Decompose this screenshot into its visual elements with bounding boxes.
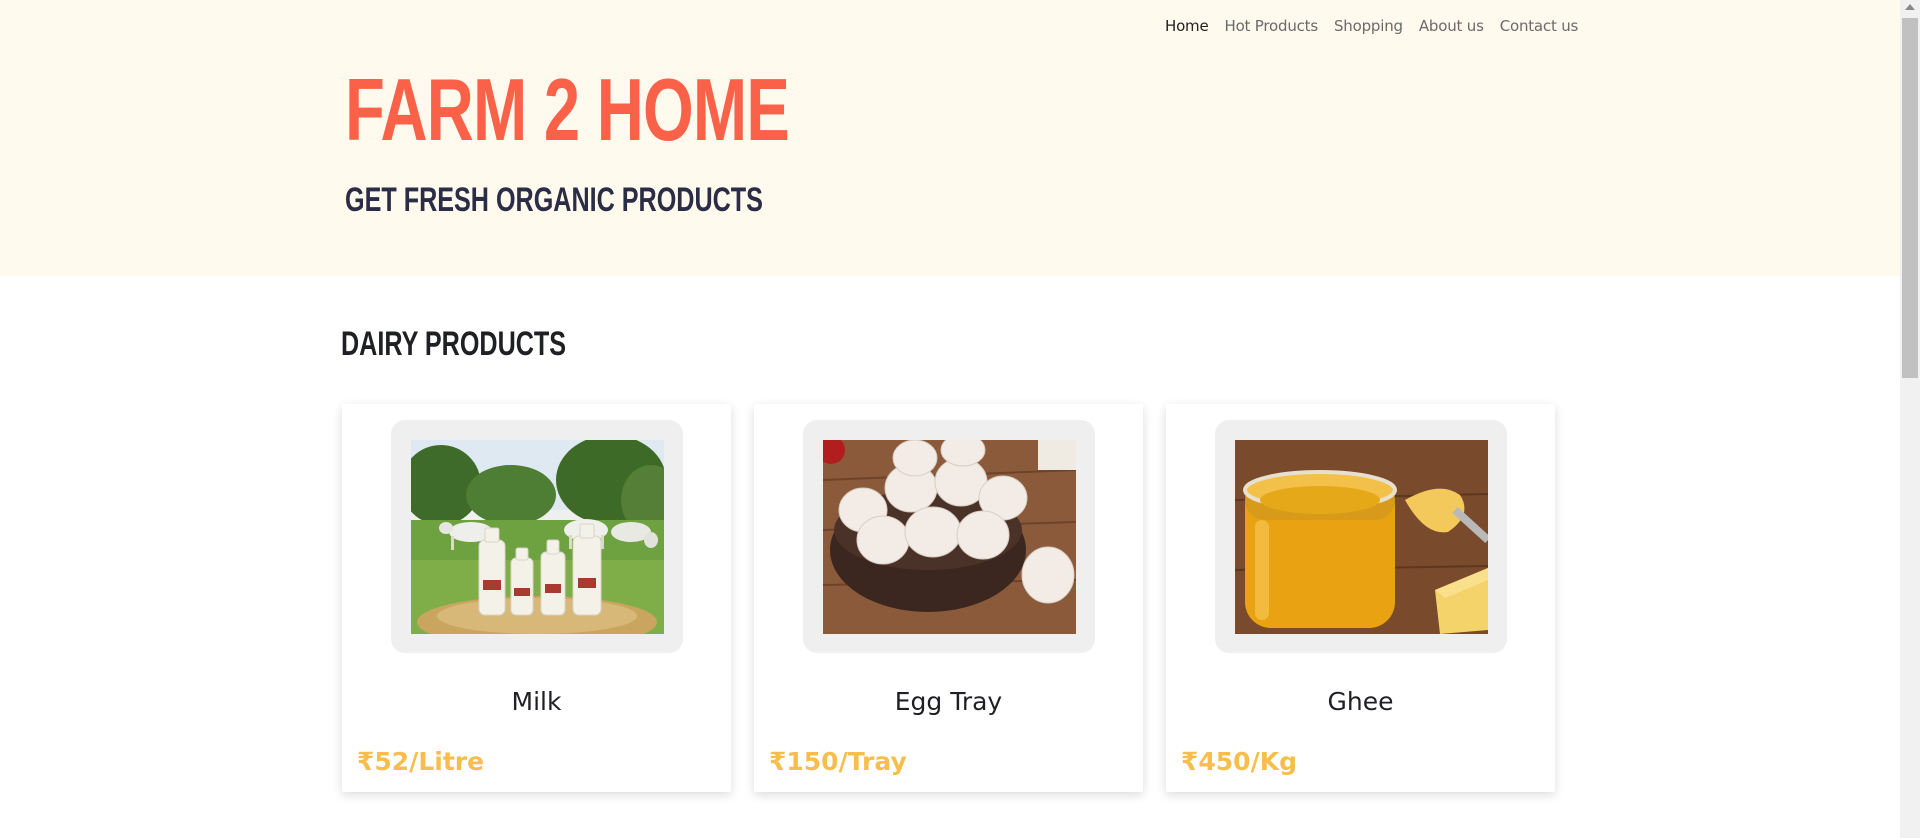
brand-title: FARM 2 HOME xyxy=(345,60,790,159)
product-cards: Milk ₹52/Litre Egg Tray ₹150/Tray Ghee ₹… xyxy=(342,404,1555,792)
nav-about-us-link[interactable]: About us xyxy=(1411,16,1492,36)
product-image-frame xyxy=(803,420,1095,653)
nav-contact-us-link[interactable]: Contact us xyxy=(1492,16,1586,36)
product-price: ₹52/Litre xyxy=(357,747,485,776)
nav-shopping-link[interactable]: Shopping xyxy=(1326,16,1411,36)
vertical-scrollbar[interactable] xyxy=(1900,0,1920,838)
product-card-milk[interactable]: Milk ₹52/Litre xyxy=(342,404,731,792)
nav-home-link[interactable]: Home xyxy=(1157,16,1217,36)
ghee-jar-image[interactable] xyxy=(1235,440,1488,634)
product-name: Egg Tray xyxy=(894,687,1003,716)
page: Home Hot Products Shopping About us Cont… xyxy=(0,0,1920,838)
scrollbar-thumb[interactable] xyxy=(1902,18,1918,378)
product-name: Milk xyxy=(511,687,562,716)
milk-bottles-image[interactable] xyxy=(411,440,664,634)
product-price: ₹150/Tray xyxy=(769,747,907,776)
brand-subtitle: GET FRESH ORGANIC PRODUCTS xyxy=(345,181,763,219)
product-name: Ghee xyxy=(1327,687,1394,716)
nav-hot-products-link[interactable]: Hot Products xyxy=(1217,16,1326,36)
main-nav: Home Hot Products Shopping About us Cont… xyxy=(1157,16,1586,36)
product-image-frame xyxy=(1215,420,1507,653)
product-image-frame xyxy=(391,420,683,653)
section-title-dairy: DAIRY PRODUCTS xyxy=(341,325,567,363)
hero-header: Home Hot Products Shopping About us Cont… xyxy=(0,0,1900,276)
product-card-egg-tray[interactable]: Egg Tray ₹150/Tray xyxy=(754,404,1143,792)
scroll-up-arrow-icon[interactable] xyxy=(1905,4,1915,10)
product-card-ghee[interactable]: Ghee ₹450/Kg xyxy=(1166,404,1555,792)
eggs-bowl-image[interactable] xyxy=(823,440,1076,634)
product-price: ₹450/Kg xyxy=(1181,747,1297,776)
